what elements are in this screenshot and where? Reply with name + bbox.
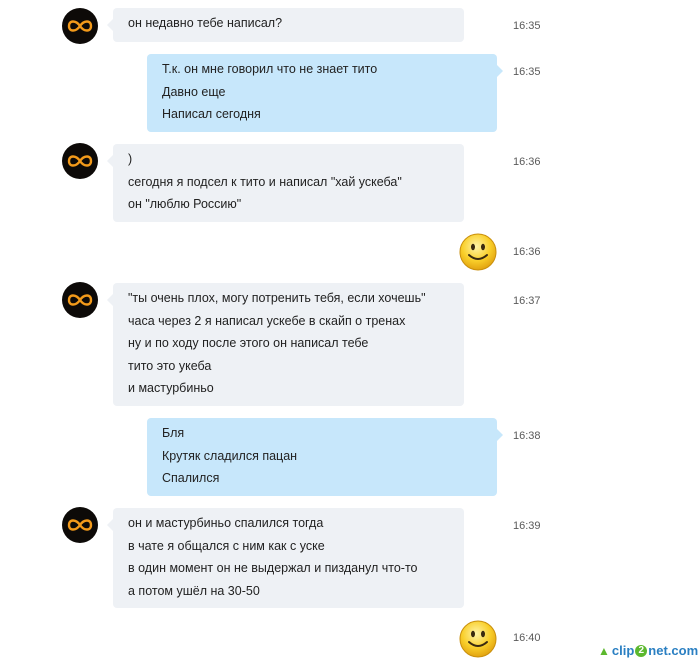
watermark-text: net bbox=[648, 643, 668, 658]
message-text: Написал сегодня bbox=[162, 107, 261, 121]
message-timestamp: 16:35 bbox=[513, 20, 541, 32]
message-text: Бля bbox=[162, 426, 185, 440]
infinity-icon bbox=[67, 294, 93, 306]
message-text: он недавно тебе написал? bbox=[128, 16, 283, 30]
message-text: сегодня я подсел к тито и написал "хай у… bbox=[128, 174, 402, 189]
message-text: Т.к. он мне говорил что не знает тито bbox=[162, 62, 378, 76]
message-bubble-incoming: он недавно тебе написал? bbox=[107, 8, 464, 42]
message-text: а потом ушёл на 30-50 bbox=[128, 583, 260, 598]
avatar[interactable] bbox=[62, 282, 98, 318]
message-timestamp: 16:39 bbox=[513, 520, 541, 532]
message-text: тито это укеба bbox=[128, 358, 212, 373]
watermark-text: 2 bbox=[635, 644, 648, 657]
message-timestamp: 16:36 bbox=[513, 246, 541, 258]
message-text: в чате я общался с ним как с уске bbox=[128, 538, 325, 553]
message-text: часа через 2 я написал ускебе в скайп о … bbox=[128, 313, 406, 328]
message-timestamp: 16:35 bbox=[513, 66, 541, 78]
smile-emoticon bbox=[459, 620, 497, 658]
message-bubble-incoming: ) сегодня я подсел к тито и написал "хай… bbox=[107, 144, 464, 222]
avatar[interactable] bbox=[62, 507, 98, 543]
message-text: Крутяк сладился пацан bbox=[162, 448, 298, 463]
message-text: ) bbox=[128, 152, 133, 166]
message-timestamp: 16:36 bbox=[513, 156, 541, 168]
message-text: он и мастурбиньо спалился тогда bbox=[128, 516, 324, 530]
message-timestamp: 16:40 bbox=[513, 632, 541, 644]
message-text: в один момент он не выдержал и пизданул … bbox=[128, 561, 418, 575]
infinity-icon bbox=[67, 20, 93, 32]
message-timestamp: 16:38 bbox=[513, 430, 541, 442]
infinity-icon bbox=[67, 519, 93, 531]
message-text: ну и по ходу после этого он написал тебе bbox=[128, 336, 369, 350]
message-bubble-outgoing: Бля Крутяк сладился пацан Спалился bbox=[147, 418, 503, 496]
message-bubble-incoming: "ты очень плох, могу потренить тебя, есл… bbox=[107, 283, 464, 406]
message-timestamp: 16:37 bbox=[513, 295, 541, 307]
message-bubble-outgoing: Т.к. он мне говорил что не знает тито Да… bbox=[147, 54, 503, 132]
smile-emoticon bbox=[459, 233, 497, 271]
message-text: "ты очень плох, могу потренить тебя, есл… bbox=[128, 291, 426, 305]
message-text: Давно еще bbox=[162, 84, 226, 99]
message-text: Спалился bbox=[162, 471, 220, 485]
upload-arrow-icon: ▲ bbox=[598, 643, 610, 658]
avatar[interactable] bbox=[62, 143, 98, 179]
watermark-text: clip bbox=[611, 643, 635, 658]
watermark-text: .com bbox=[667, 643, 699, 658]
message-bubble-incoming: он и мастурбиньо спалился тогда в чате я… bbox=[107, 508, 464, 608]
avatar[interactable] bbox=[62, 8, 98, 44]
infinity-icon bbox=[67, 155, 93, 167]
message-text: и мастурбиньо bbox=[128, 381, 214, 395]
message-text: он "люблю Россию" bbox=[128, 197, 242, 211]
watermark-logo: ▲ clip 2 net .com bbox=[598, 643, 698, 658]
